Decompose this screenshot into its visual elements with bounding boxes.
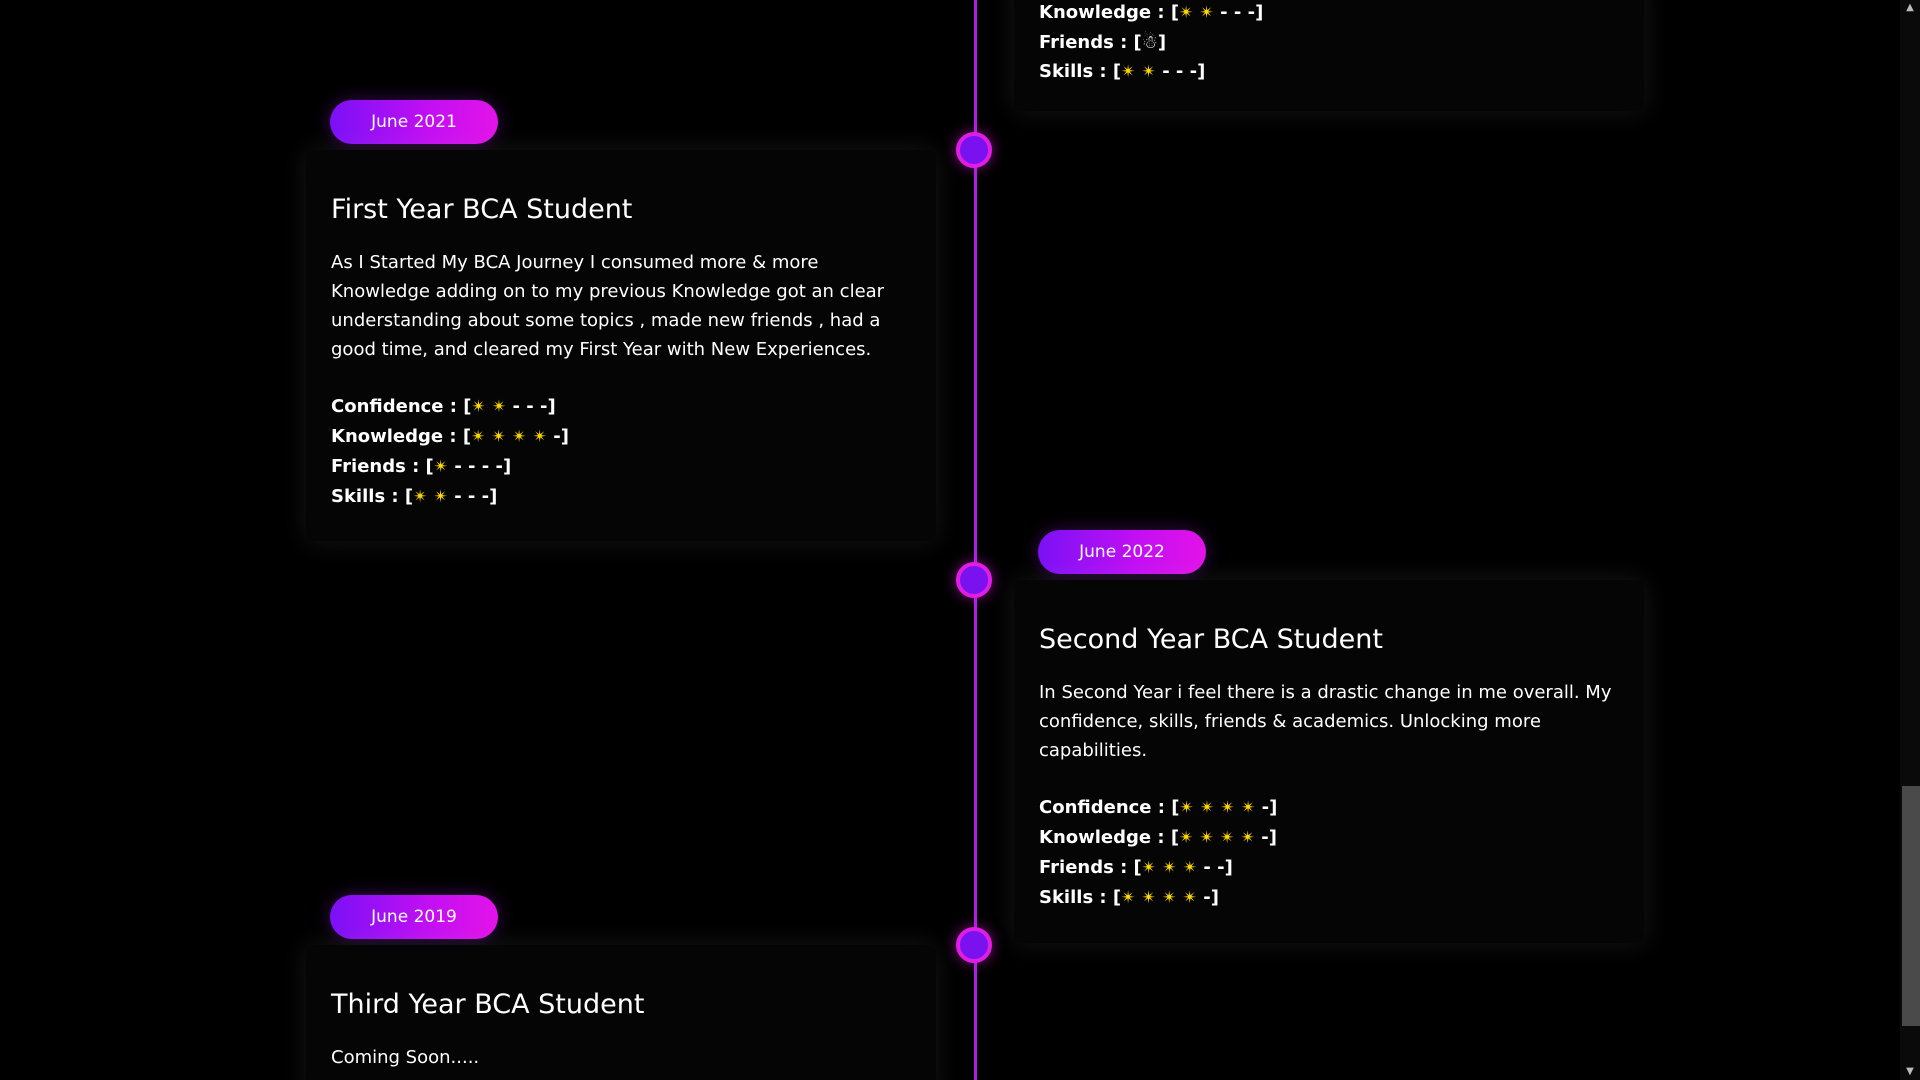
- star-icon: ✴: [413, 487, 428, 507]
- card-title: First Year BCA Student: [331, 194, 633, 225]
- stat-row: Knowledge : [✴ ✴ ✴ ✴ -]: [1039, 827, 1277, 848]
- date-badge: June 2019: [330, 895, 498, 939]
- stat-knowledge: Knowledge : [✴ ✴ - - -]: [1039, 2, 1264, 23]
- timeline-dot: [956, 132, 992, 168]
- card-description: As I Started My BCA Journey I consumed m…: [331, 252, 885, 360]
- stat-friends: Friends : [☃]: [1039, 32, 1167, 53]
- star-icon: ✴: [492, 397, 507, 417]
- star-icon: ✴: [1241, 798, 1256, 818]
- star-icon: ✴: [1220, 798, 1235, 818]
- star-icon: ✴: [433, 457, 449, 477]
- star-icon: ✴: [1162, 858, 1177, 878]
- star-icon: ✴: [1182, 888, 1197, 908]
- scroll-down-arrow-icon[interactable]: ▼: [1904, 1066, 1916, 1078]
- card-stats: Confidence : [✴ ✴ - - -] Knowledge : [✴ ✴…: [331, 392, 911, 512]
- star-icon: ✴: [1182, 858, 1198, 878]
- card-description: In Second Year i feel there is a drastic…: [1039, 682, 1612, 761]
- timeline-card-third-year: Third Year BCA Student Coming Soon.....: [306, 945, 936, 1080]
- timeline-card-previous: Knowledge : [✴ ✴ - - -] Friends : [☃] Sk…: [1014, 0, 1644, 111]
- scrollbar-thumb[interactable]: [1902, 786, 1920, 1026]
- card-stats: Knowledge : [✴ ✴ - - -] Friends : [☃] Sk…: [1039, 0, 1619, 87]
- star-icon: ✴: [1141, 888, 1156, 908]
- star-icon: ✴: [1240, 828, 1255, 848]
- stat-row: Confidence : [✴ ✴ - - -]: [331, 396, 556, 417]
- star-icon: ✴: [471, 427, 486, 447]
- card-stats: Confidence : [✴ ✴ ✴ ✴ -] Knowledge : [✴ ✴…: [1039, 793, 1619, 913]
- star-icon: ✴: [433, 487, 448, 507]
- star-icon: ✴: [1141, 858, 1157, 878]
- stat-row: Knowledge : [✴ ✴ ✴ ✴ -]: [331, 426, 569, 447]
- timeline-card-first-year: First Year BCA Student As I Started My B…: [306, 150, 936, 541]
- star-icon: ✴: [1179, 798, 1194, 818]
- snowman-icon: ☃: [1141, 32, 1158, 53]
- star-icon: ✴: [471, 397, 486, 417]
- star-icon: ✴: [1179, 3, 1194, 23]
- star-icon: ✴: [1162, 888, 1177, 908]
- stat-row: Friends : [✴ ✴ ✴ - -]: [1039, 857, 1233, 878]
- vertical-scrollbar[interactable]: ▲ ▼: [1900, 0, 1920, 1080]
- stat-row: Friends : [✴ - - - -]: [331, 456, 512, 477]
- card-description: Coming Soon.....: [331, 1047, 480, 1068]
- star-icon: ✴: [1179, 828, 1194, 848]
- star-icon: ✴: [1200, 798, 1215, 818]
- stat-row: Skills : [✴ ✴ - - -]: [331, 486, 498, 507]
- stat-row: Confidence : [✴ ✴ ✴ ✴ -]: [1039, 797, 1278, 818]
- star-icon: ✴: [1199, 828, 1214, 848]
- timeline-page: Knowledge : [✴ ✴ - - -] Friends : [☃] Sk…: [0, 0, 1920, 1080]
- star-icon: ✴: [512, 427, 527, 447]
- card-title: Third Year BCA Student: [331, 989, 645, 1020]
- star-icon: ✴: [1220, 828, 1235, 848]
- card-title: Second Year BCA Student: [1039, 624, 1383, 655]
- scroll-up-arrow-icon[interactable]: ▲: [1904, 2, 1916, 14]
- timeline-dot: [956, 927, 992, 963]
- star-icon: ✴: [1121, 888, 1136, 908]
- star-icon: ✴: [491, 427, 506, 447]
- date-badge: June 2022: [1038, 530, 1206, 574]
- star-icon: ✴: [1199, 3, 1214, 23]
- star-icon: ✴: [1121, 62, 1136, 82]
- stat-row: Skills : [✴ ✴ ✴ ✴ -]: [1039, 887, 1219, 908]
- timeline-card-second-year: Second Year BCA Student In Second Year i…: [1014, 580, 1644, 943]
- stat-skills: Skills : [✴ ✴ - - -]: [1039, 61, 1206, 82]
- timeline-dot: [956, 562, 992, 598]
- star-icon: ✴: [532, 427, 547, 447]
- star-icon: ✴: [1141, 62, 1156, 82]
- date-badge: June 2021: [330, 100, 498, 144]
